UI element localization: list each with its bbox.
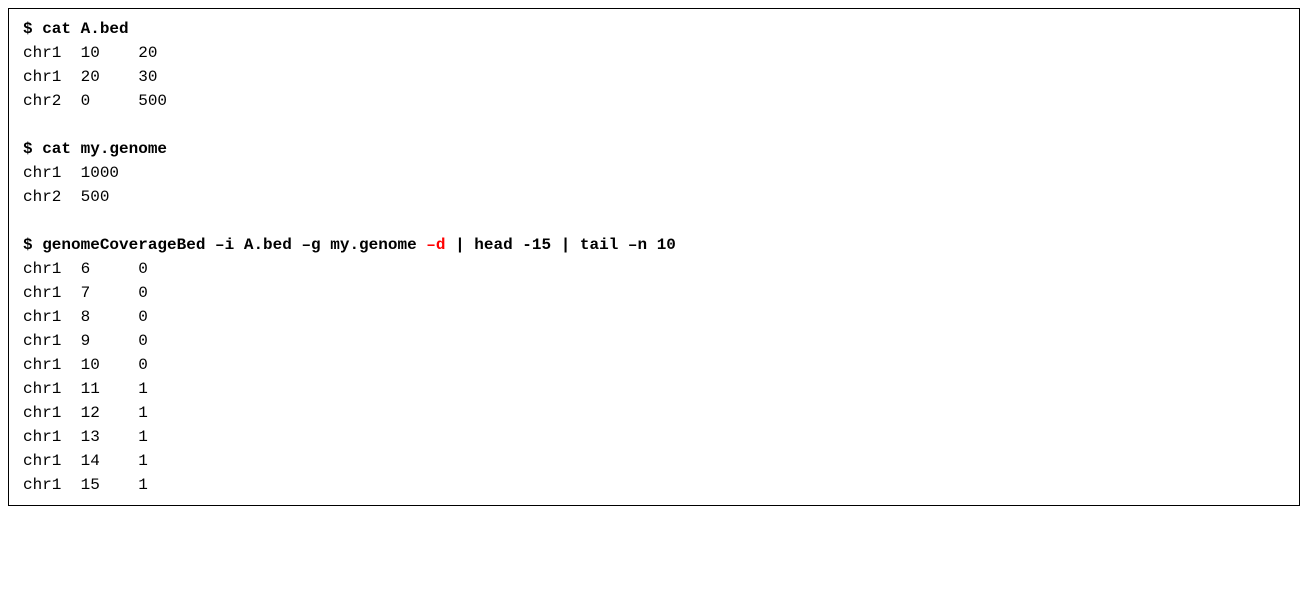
output-row: chr1 7 0 — [23, 281, 1285, 305]
output-row: chr1 10 0 — [23, 353, 1285, 377]
highlighted-flag: –d — [426, 236, 445, 254]
output-row: chr1 1000 — [23, 161, 1285, 185]
output-row: chr1 9 0 — [23, 329, 1285, 353]
blank-line — [23, 113, 1285, 137]
output-row: chr1 13 1 — [23, 425, 1285, 449]
output-row: chr1 14 1 — [23, 449, 1285, 473]
output-row: chr2 0 500 — [23, 89, 1285, 113]
output-row: chr1 8 0 — [23, 305, 1285, 329]
output-row: chr1 10 20 — [23, 41, 1285, 65]
output-row: chr1 15 1 — [23, 473, 1285, 497]
output-row: chr1 6 0 — [23, 257, 1285, 281]
terminal-output: $ cat A.bed chr1 10 20 chr1 20 30 chr2 0… — [8, 8, 1300, 506]
output-row: chr2 500 — [23, 185, 1285, 209]
command-prompt-3: $ genomeCoverageBed –i A.bed –g my.genom… — [23, 233, 1285, 257]
output-row: chr1 20 30 — [23, 65, 1285, 89]
command-prompt-2: $ cat my.genome — [23, 137, 1285, 161]
command-prompt-1: $ cat A.bed — [23, 17, 1285, 41]
output-row: chr1 12 1 — [23, 401, 1285, 425]
cmd-pre: $ genomeCoverageBed –i A.bed –g my.genom… — [23, 236, 426, 254]
output-row: chr1 11 1 — [23, 377, 1285, 401]
cmd-post: | head -15 | tail –n 10 — [445, 236, 675, 254]
blank-line — [23, 209, 1285, 233]
